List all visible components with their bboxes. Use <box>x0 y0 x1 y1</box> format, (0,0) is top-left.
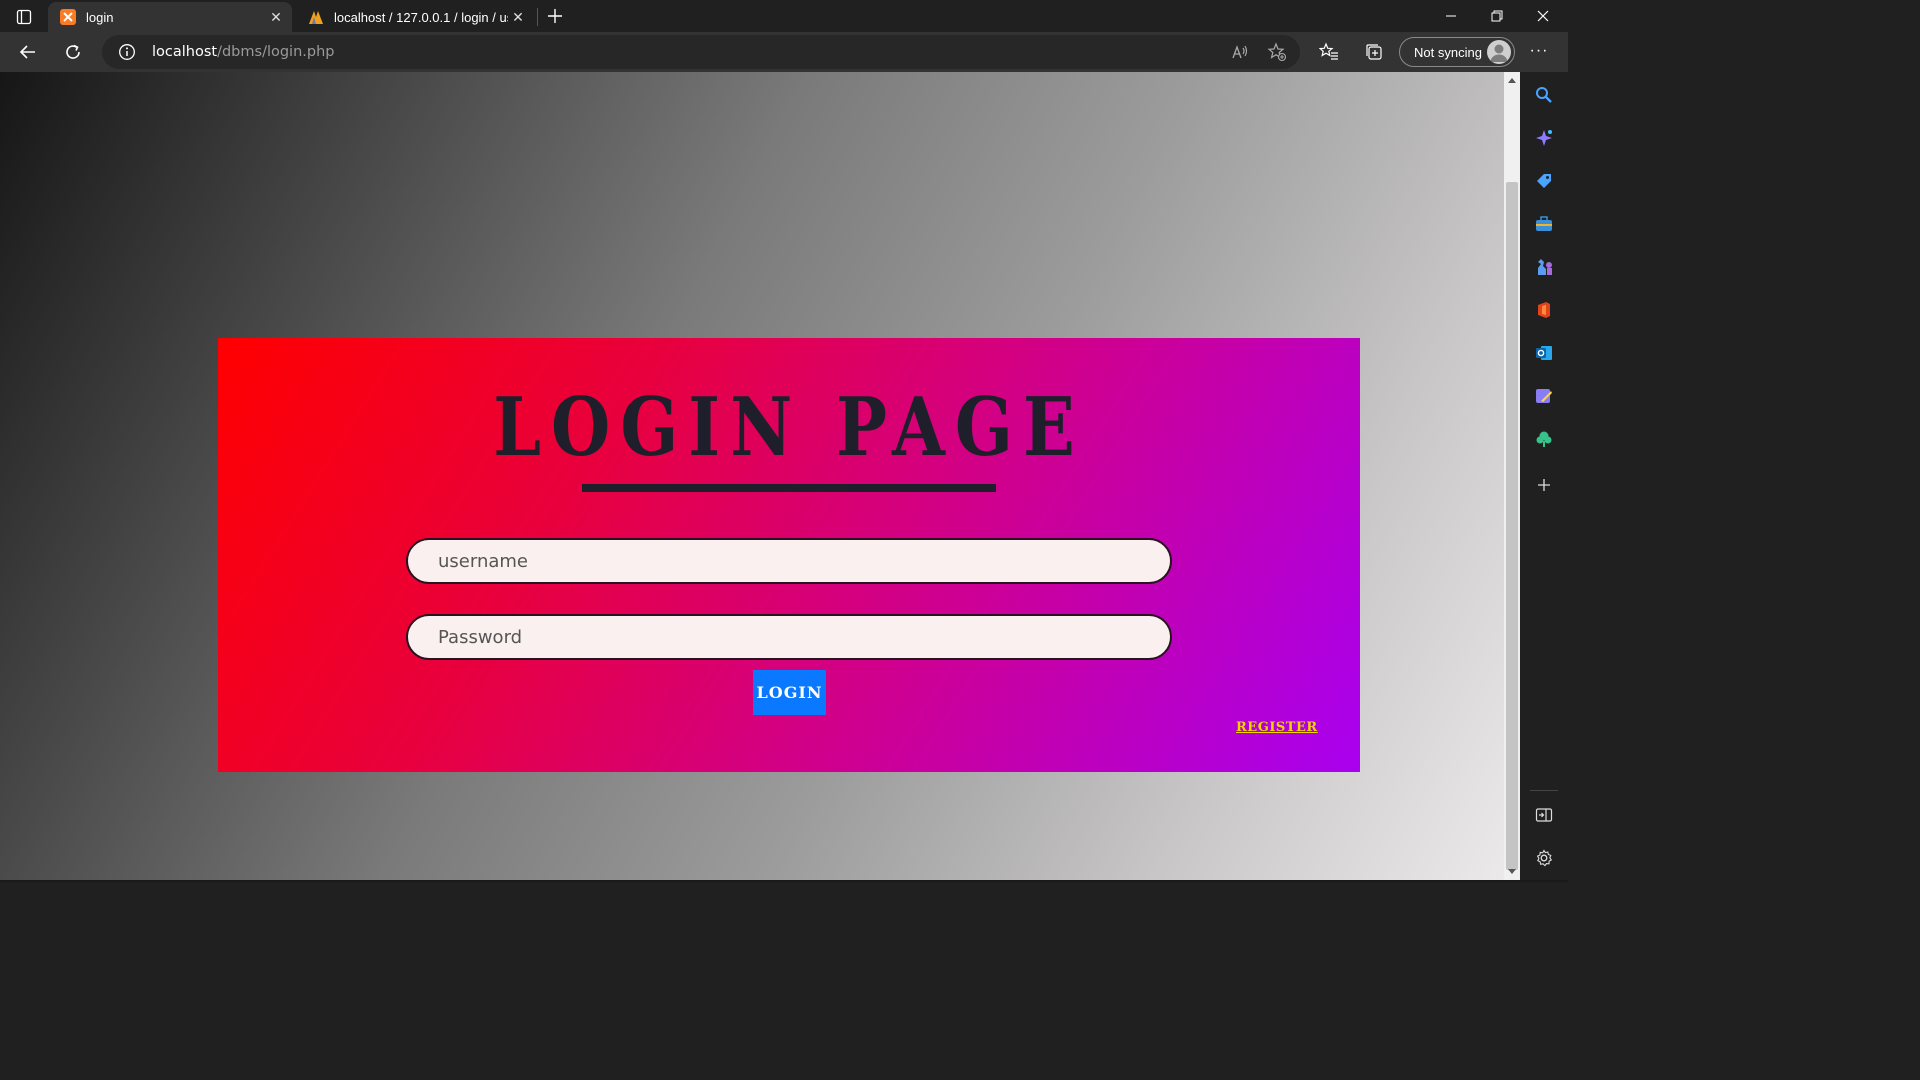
sidebar-office-button[interactable] <box>1534 300 1554 320</box>
page-scrollbar[interactable] <box>1504 72 1520 880</box>
sync-status-label: Not syncing <box>1414 44 1482 60</box>
user-avatar-icon <box>1490 44 1508 62</box>
site-info-icon[interactable] <box>118 43 136 61</box>
close-window-button[interactable] <box>1520 0 1566 32</box>
settings-icon <box>1536 849 1553 867</box>
star-add-icon <box>1267 42 1287 62</box>
sidebar-drop-button[interactable] <box>1534 386 1554 406</box>
minimize-button[interactable] <box>1428 0 1474 32</box>
tab-title: localhost / 127.0.0.1 / login / use <box>334 9 508 25</box>
office-icon <box>1538 302 1550 318</box>
favorites-button[interactable] <box>1319 42 1339 62</box>
read-aloud-button[interactable] <box>1230 42 1250 62</box>
tab-separator <box>537 8 538 26</box>
username-input[interactable] <box>406 538 1172 584</box>
copilot-icon <box>1536 130 1552 146</box>
address-bar[interactable]: localhost/dbms/login.php <box>102 35 1300 69</box>
sidebar-split-screen-button[interactable] <box>1534 805 1554 825</box>
scroll-up-arrow-icon[interactable] <box>1508 78 1516 83</box>
read-aloud-icon <box>1232 45 1248 59</box>
sidebar-shopping-button[interactable] <box>1534 171 1554 191</box>
phpmyadmin-icon <box>309 11 323 24</box>
sidebar-settings-button[interactable] <box>1534 848 1554 868</box>
register-link[interactable]: REGISTER <box>1236 720 1318 735</box>
toolbox-icon <box>1536 216 1552 231</box>
back-button[interactable] <box>14 38 42 66</box>
edge-sidebar <box>1520 72 1568 882</box>
add-icon <box>1538 479 1550 491</box>
favorites-icon <box>1319 42 1338 60</box>
url-text: localhost/dbms/login.php <box>152 44 334 60</box>
profile-sync-button[interactable]: Not syncing <box>1399 37 1515 67</box>
minimize-icon <box>1446 15 1456 17</box>
tab-actions-button[interactable] <box>10 6 38 28</box>
page-title: LOGIN PAGE <box>493 380 1085 476</box>
tab-actions-icon <box>16 9 32 25</box>
outlook-icon <box>1536 346 1552 360</box>
refresh-button[interactable] <box>59 38 87 66</box>
sidebar-tools-button[interactable] <box>1534 214 1554 234</box>
search-icon <box>1536 87 1552 103</box>
sidebar-add-button[interactable] <box>1534 475 1554 495</box>
scrollbar-thumb[interactable] <box>1506 182 1518 870</box>
plus-icon <box>548 9 562 23</box>
close-tab-icon[interactable]: ✕ <box>266 7 286 27</box>
tab-login[interactable]: login ✕ <box>48 2 292 32</box>
restore-button[interactable] <box>1474 0 1520 32</box>
login-button[interactable]: LOGIN <box>753 670 826 715</box>
login-form-container: LOGIN PAGE LOGIN REGISTER <box>218 338 1360 772</box>
sidebar-outlook-button[interactable] <box>1534 343 1554 363</box>
drop-icon <box>1536 389 1552 403</box>
sidebar-tree-button[interactable] <box>1534 429 1554 449</box>
restore-icon <box>1491 10 1503 22</box>
split-screen-icon <box>1535 808 1553 822</box>
sidebar-divider <box>1530 790 1558 791</box>
window-bottom-edge <box>0 880 1568 882</box>
settings-more-button[interactable]: ··· <box>1528 42 1550 62</box>
add-favorite-button[interactable] <box>1267 42 1287 62</box>
sidebar-search-button[interactable] <box>1534 85 1554 105</box>
scroll-down-arrow-icon[interactable] <box>1508 869 1516 874</box>
collections-icon <box>1366 44 1382 60</box>
xampp-icon <box>60 9 76 25</box>
refresh-icon <box>66 44 80 59</box>
page-viewport: LOGIN PAGE LOGIN REGISTER <box>0 72 1504 880</box>
close-tab-icon[interactable]: ✕ <box>508 7 528 27</box>
password-input[interactable] <box>406 614 1172 660</box>
avatar <box>1487 40 1511 64</box>
browser-toolbar: localhost/dbms/login.php Not syncing ··· <box>0 32 1568 72</box>
new-tab-button[interactable] <box>544 5 566 27</box>
tab-strip: login ✕ localhost / 127.0.0.1 / login / … <box>0 0 1568 32</box>
tab-phpmyadmin[interactable]: localhost / 127.0.0.1 / login / use ✕ <box>296 2 534 32</box>
collections-button[interactable] <box>1364 42 1384 62</box>
tab-title: login <box>86 9 114 25</box>
games-icon <box>1538 259 1552 275</box>
tree-icon <box>1536 431 1552 447</box>
back-arrow-icon <box>19 45 35 59</box>
title-underline <box>582 484 996 492</box>
url-path: /dbms/login.php <box>217 44 335 60</box>
url-host: localhost <box>152 44 218 60</box>
shopping-tag-icon <box>1537 174 1551 188</box>
close-icon <box>1537 10 1549 22</box>
sidebar-games-button[interactable] <box>1534 257 1554 277</box>
sidebar-copilot-button[interactable] <box>1534 128 1554 148</box>
